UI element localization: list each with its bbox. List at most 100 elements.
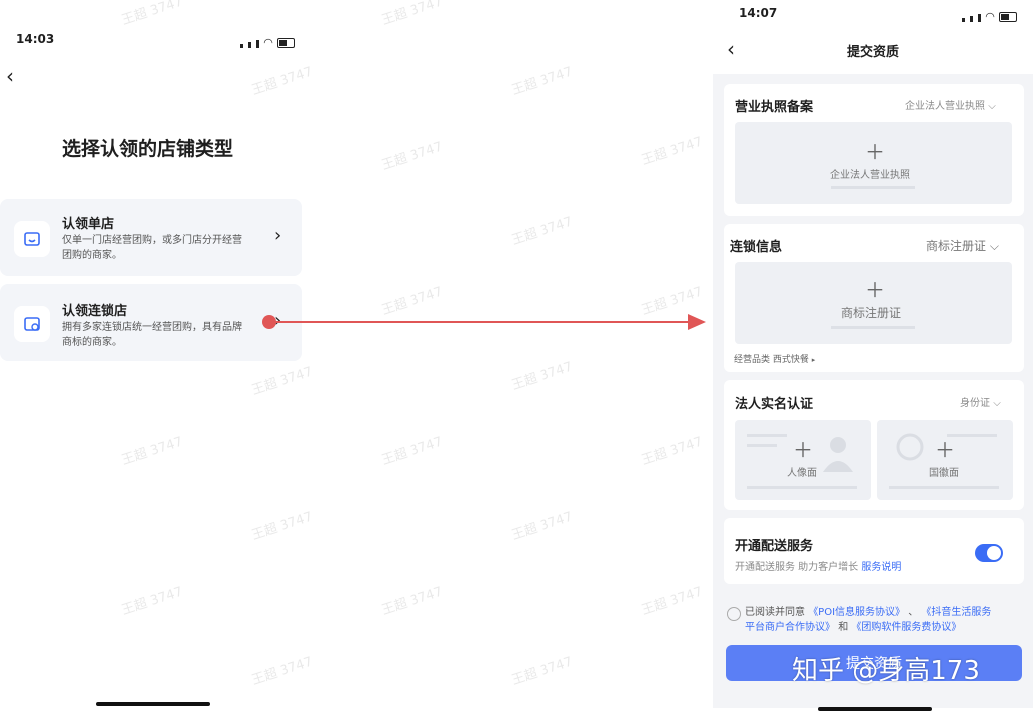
watermark: 王超 3747 <box>379 584 445 619</box>
category-row[interactable]: 经营品类 西式快餐 ▸ <box>734 352 815 365</box>
trademark-upload[interactable]: ＋ 商标注册证 <box>735 262 1012 344</box>
watermark: 王超 3747 <box>509 654 575 689</box>
agreement-line2: 平台商户合作协议》 和 《团购软件服务费协议》 <box>745 620 1030 635</box>
id-front-upload[interactable]: ＋ 人像面 <box>735 420 871 500</box>
select-value: 身份证 <box>960 398 990 409</box>
delivery-desc-text: 开通配送服务 助力客户增长 <box>735 562 859 573</box>
status-icons: ◠ <box>240 33 295 52</box>
option-chain-store[interactable]: 认领连锁店 拥有多家连锁店统一经营团购，具有品牌 商标的商家。 › <box>0 284 302 361</box>
agreement-checkbox[interactable] <box>727 607 741 621</box>
watermark: 王超 3747 <box>639 434 705 469</box>
section-title: 连锁信息 <box>730 240 783 255</box>
placeholder-line <box>831 186 915 189</box>
option-title: 认领单店 <box>62 217 115 232</box>
nav-title: 提交资质 <box>847 45 900 60</box>
certificate-type-select[interactable]: 商标注册证 ⌵ <box>926 237 999 254</box>
option-desc-line2: 商标的商家。 <box>62 337 122 348</box>
placeholder-line <box>947 434 997 437</box>
watermark: 王超 3747 <box>379 139 445 174</box>
watermark: 王超 3747 <box>119 434 185 469</box>
chevron-down-icon: ⌵ <box>988 101 996 112</box>
license-upload[interactable]: ＋ 企业法人营业执照 <box>735 122 1012 204</box>
agreement-line1: 已阅读并同意 《POI信息服务协议》 、 《抖音生活服务 <box>745 605 1030 620</box>
back-icon[interactable]: ‹ <box>6 64 14 88</box>
battery-icon <box>276 37 295 48</box>
option-title: 认领连锁店 <box>62 304 128 319</box>
watermark: 王超 3747 <box>639 134 705 169</box>
watermark: 王超 3747 <box>119 0 185 29</box>
agreement-prefix: 已阅读并同意 <box>745 607 805 618</box>
upload-label: 人像面 <box>787 468 817 479</box>
chevron-down-icon: ⌵ <box>993 398 1001 409</box>
watermark: 王超 3747 <box>119 584 185 619</box>
chain-store-icon <box>14 306 50 342</box>
watermark: 王超 3747 <box>509 214 575 249</box>
watermark: 王超 3747 <box>249 364 315 399</box>
placeholder-line <box>889 486 999 489</box>
id-type-select[interactable]: 身份证 ⌵ <box>960 394 1001 409</box>
watermark: 王超 3747 <box>509 359 575 394</box>
plus-icon: ＋ <box>865 140 885 164</box>
category-value: 西式快餐 <box>772 355 809 365</box>
merchant-agreement-link-cont[interactable]: 平台商户合作协议》 <box>745 622 835 633</box>
signal-icon <box>240 33 260 52</box>
merchant-agreement-link[interactable]: 《抖音生活服务 <box>921 607 991 618</box>
signal-icon <box>962 7 982 26</box>
plus-icon: ＋ <box>935 438 955 462</box>
plus-icon: ＋ <box>793 438 813 462</box>
chevron-right-icon: › <box>274 225 282 246</box>
section-title: 法人实名认证 <box>735 397 814 412</box>
watermark: 王超 3747 <box>509 64 575 99</box>
watermark: 王超 3747 <box>249 654 315 689</box>
watermark: 王超 3747 <box>639 584 705 619</box>
page-title: 选择认领的店铺类型 <box>62 138 234 160</box>
id-back-upload[interactable]: ＋ 国徽面 <box>877 420 1013 500</box>
agreement-separator: 、 <box>908 607 919 618</box>
option-desc-line1: 仅单一门店经营团购，或多门店分开经营 <box>62 235 242 246</box>
agreement-text: 已阅读并同意 《POI信息服务协议》 、 《抖音生活服务 平台商户合作协议》 和… <box>745 605 1030 635</box>
option-desc-line1: 拥有多家连锁店统一经营团购，具有品牌 <box>62 322 242 333</box>
home-indicator <box>96 702 210 706</box>
category-label: 经营品类 <box>734 355 771 365</box>
option-single-store[interactable]: 认领单店 仅单一门店经营团购，或多门店分开经营 团购的商家。 › <box>0 199 302 276</box>
back-icon[interactable]: ‹ <box>727 37 735 61</box>
plus-icon: ＋ <box>865 278 885 302</box>
placeholder-line <box>831 326 915 329</box>
delivery-section: 开通配送服务 开通配送服务 助力客户增长 服务说明 <box>724 518 1024 584</box>
select-value: 企业法人营业执照 <box>905 101 985 112</box>
license-type-select[interactable]: 企业法人营业执照 ⌵ <box>905 97 996 112</box>
home-indicator <box>818 707 932 711</box>
placeholder-line <box>747 444 777 447</box>
section-title: 开通配送服务 <box>735 539 814 554</box>
chevron-down-icon: ⌵ <box>989 239 999 253</box>
status-icons: ◠ <box>962 7 1017 26</box>
service-info-link[interactable]: 服务说明 <box>861 562 901 573</box>
status-time: 14:07 <box>739 6 778 20</box>
poi-agreement-link[interactable]: 《POI信息服务协议》 <box>808 607 905 618</box>
placeholder-line <box>747 434 787 437</box>
option-desc-line2: 团购的商家。 <box>62 250 122 261</box>
software-fee-agreement-link[interactable]: 《团购软件服务费协议》 <box>851 622 961 633</box>
watermark: 王超 3747 <box>249 509 315 544</box>
select-value: 商标注册证 <box>926 239 987 253</box>
section-title: 营业执照备案 <box>735 100 814 115</box>
caret-right-icon: ▸ <box>811 356 816 364</box>
zhihu-watermark: 知乎 @身高173 <box>792 656 980 686</box>
delivery-toggle[interactable] <box>975 544 1003 562</box>
wifi-icon: ◠ <box>985 10 995 23</box>
upload-label: 国徽面 <box>929 468 959 479</box>
store-icon <box>14 221 50 257</box>
delivery-desc: 开通配送服务 助力客户增长 服务说明 <box>735 558 901 573</box>
wifi-icon: ◠ <box>263 36 273 49</box>
flow-arrow <box>262 314 706 330</box>
chain-info-section: 连锁信息 商标注册证 ⌵ ＋ 商标注册证 经营品类 西式快餐 ▸ <box>724 224 1024 372</box>
placeholder-line <box>747 486 857 489</box>
battery-icon <box>998 11 1017 22</box>
watermark: 王超 3747 <box>379 434 445 469</box>
real-name-section: 法人实名认证 身份证 ⌵ ＋ 人像面 ＋ 国徽面 <box>724 380 1024 510</box>
portrait-icon <box>823 437 853 472</box>
status-time: 14:03 <box>16 32 55 46</box>
agreement-and: 和 <box>838 622 849 633</box>
watermark: 王超 3747 <box>379 0 445 29</box>
watermark: 王超 3747 <box>249 64 315 99</box>
